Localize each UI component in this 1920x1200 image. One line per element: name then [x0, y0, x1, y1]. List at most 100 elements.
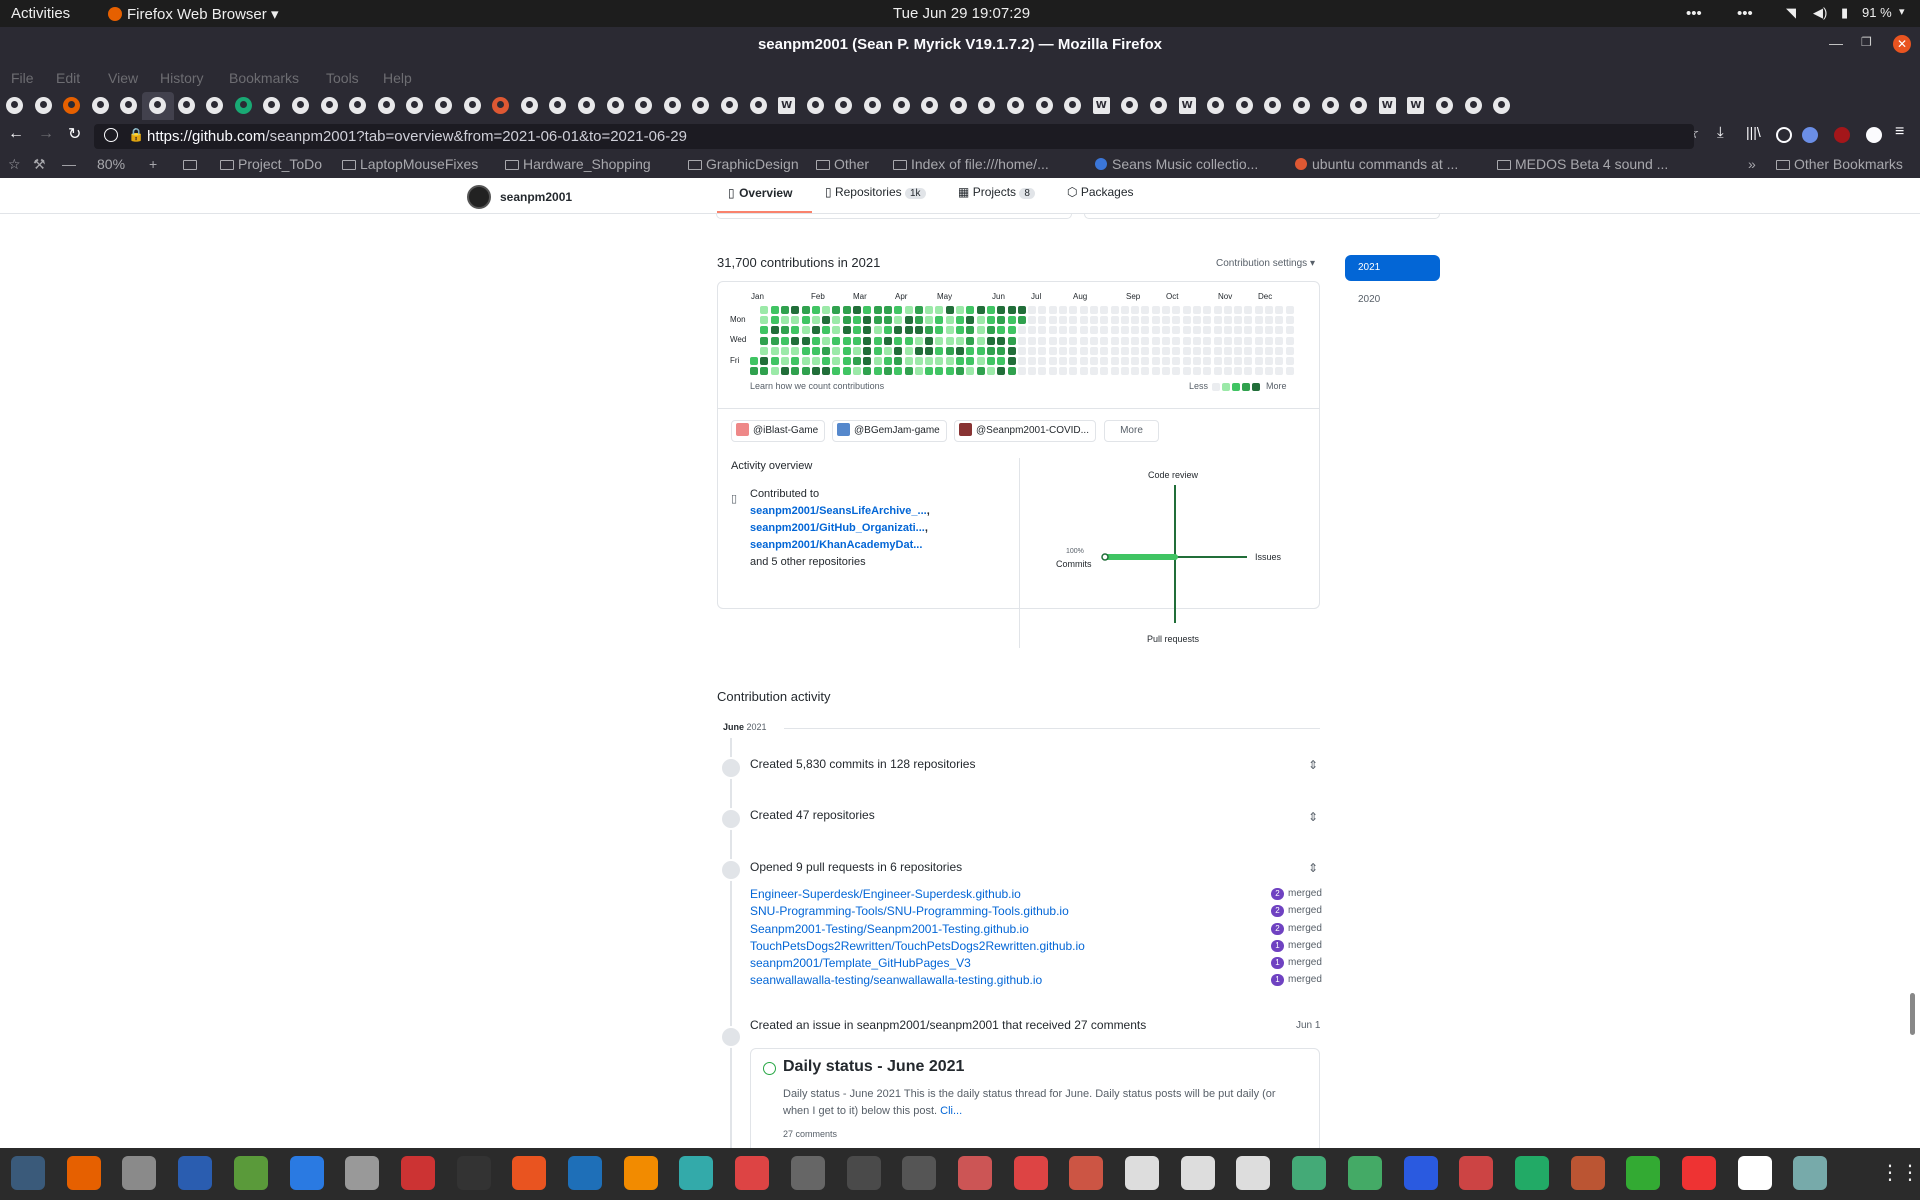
contribution-day[interactable] [1223, 306, 1232, 314]
forward-button[interactable]: → [38, 125, 54, 143]
contribution-day[interactable] [1028, 316, 1037, 325]
contribution-day[interactable] [1244, 336, 1253, 345]
firefox-icon[interactable] [63, 97, 81, 114]
github-icon[interactable] [892, 97, 910, 114]
contribution-day[interactable] [832, 367, 841, 376]
contribution-day[interactable] [1285, 357, 1294, 365]
other-bookmarks[interactable]: Other Bookmarks [1776, 156, 1903, 172]
contribution-day[interactable] [1089, 367, 1098, 376]
contribution-day[interactable] [842, 346, 851, 355]
issue-read-more[interactable]: Cli... [940, 1105, 962, 1117]
github-icon[interactable] [463, 97, 481, 114]
contribution-day[interactable] [1254, 306, 1263, 314]
contribution-day[interactable] [1254, 367, 1263, 376]
contribution-day[interactable] [770, 326, 779, 335]
contribution-day[interactable] [801, 357, 810, 365]
contribution-day[interactable] [956, 357, 964, 365]
issue-comments[interactable]: 27 comments [783, 1129, 837, 1139]
contribution-day[interactable] [1244, 346, 1253, 355]
contribution-day[interactable] [986, 316, 995, 325]
contribution-day[interactable] [811, 306, 820, 314]
contribution-day[interactable] [863, 326, 872, 335]
contribution-day[interactable] [1100, 336, 1109, 345]
contribution-day[interactable] [1048, 357, 1057, 365]
contribution-day[interactable] [966, 306, 975, 314]
menu-view[interactable]: View [108, 70, 138, 86]
contribution-day[interactable] [1213, 336, 1222, 345]
contribution-day[interactable] [760, 316, 769, 325]
bookmark-link[interactable]: Index of file:///home/... [893, 156, 1049, 172]
contribution-day[interactable] [1131, 357, 1140, 365]
contribution-day[interactable] [1100, 326, 1109, 335]
contribution-day[interactable] [1203, 326, 1212, 335]
learn-link[interactable]: Learn how we count contributions [750, 381, 884, 391]
contribution-day[interactable] [750, 367, 758, 376]
contribution-day[interactable] [966, 336, 975, 345]
contribution-day[interactable] [904, 367, 913, 376]
contribution-day[interactable] [811, 326, 820, 335]
contribution-day[interactable] [1028, 326, 1037, 335]
org-filter-covid[interactable]: @Seanpm2001-COVID... [954, 420, 1096, 442]
library-icon[interactable]: |||\ [1746, 124, 1761, 140]
dock-app-icon[interactable] [1069, 1156, 1104, 1190]
github-icon[interactable] [835, 97, 853, 114]
contribution-day[interactable] [883, 346, 892, 355]
contribution-day[interactable] [1172, 336, 1181, 345]
dock-app-icon[interactable] [568, 1156, 602, 1190]
contribution-day[interactable] [1100, 306, 1109, 314]
github-icon[interactable] [1007, 97, 1024, 114]
contribution-settings[interactable]: Contribution settings ▾ [1216, 258, 1315, 269]
contribution-day[interactable] [1285, 367, 1294, 376]
contribution-day[interactable] [976, 357, 985, 365]
screenshot-icon[interactable] [183, 156, 201, 172]
contribution-day[interactable] [1069, 306, 1078, 314]
contribution-day[interactable] [873, 346, 882, 355]
contribution-day[interactable] [1038, 316, 1047, 325]
contribution-day[interactable] [1172, 367, 1181, 376]
contribution-day[interactable] [760, 326, 769, 335]
dock-app-icon[interactable] [11, 1156, 45, 1190]
contribution-day[interactable] [956, 306, 964, 314]
volume-icon[interactable]: ◀) [1813, 5, 1827, 21]
contribution-day[interactable] [873, 336, 882, 345]
contribution-day[interactable] [1120, 357, 1129, 365]
contribution-day[interactable] [1120, 367, 1129, 376]
tab-packages[interactable]: ⬡ Packages [1067, 185, 1134, 199]
zoom-in-icon[interactable]: + [149, 156, 157, 172]
contribution-day[interactable] [1069, 346, 1078, 355]
contribution-day[interactable] [894, 346, 903, 355]
github-icon[interactable] [6, 97, 23, 114]
contribution-day[interactable] [822, 316, 831, 325]
contribution-day[interactable] [1182, 336, 1191, 345]
contribution-day[interactable] [1244, 326, 1253, 335]
pr-repo-link[interactable]: TouchPetsDogs2Rewritten/TouchPetsDogs2Re… [750, 939, 1085, 953]
contribution-day[interactable] [760, 346, 769, 355]
contribution-day[interactable] [873, 367, 882, 376]
contribution-day[interactable] [925, 367, 934, 376]
github-icon[interactable] [635, 97, 653, 114]
contribution-day[interactable] [1234, 316, 1243, 325]
github-icon[interactable] [120, 97, 138, 114]
vpn-icon[interactable] [234, 97, 252, 114]
dock-app-icon[interactable] [1570, 1156, 1605, 1190]
contribution-day[interactable] [853, 367, 861, 376]
contribution-day[interactable] [997, 346, 1006, 355]
contribution-day[interactable] [832, 336, 841, 345]
contribution-day[interactable] [966, 357, 975, 365]
extension-icon[interactable] [1802, 127, 1818, 143]
contribution-day[interactable] [1120, 306, 1129, 314]
wikipedia-icon[interactable]: W [1092, 97, 1110, 114]
contribution-day[interactable] [1007, 357, 1016, 365]
contribution-day[interactable] [791, 316, 800, 325]
contribution-day[interactable] [1182, 316, 1191, 325]
contribution-day[interactable] [1213, 357, 1222, 365]
contribution-day[interactable] [976, 326, 985, 335]
pr-repo-link[interactable]: SNU-Programming-Tools/SNU-Programming-To… [750, 904, 1069, 918]
contribution-day[interactable] [1265, 367, 1273, 376]
clock[interactable]: Tue Jun 29 19:07:29 [893, 5, 1030, 22]
dock-app-icon[interactable] [679, 1156, 714, 1190]
zoom-level[interactable]: 80% [97, 156, 125, 172]
contribution-day[interactable] [1162, 346, 1170, 355]
contribution-day[interactable] [1038, 306, 1047, 314]
contribution-day[interactable] [1265, 336, 1273, 345]
